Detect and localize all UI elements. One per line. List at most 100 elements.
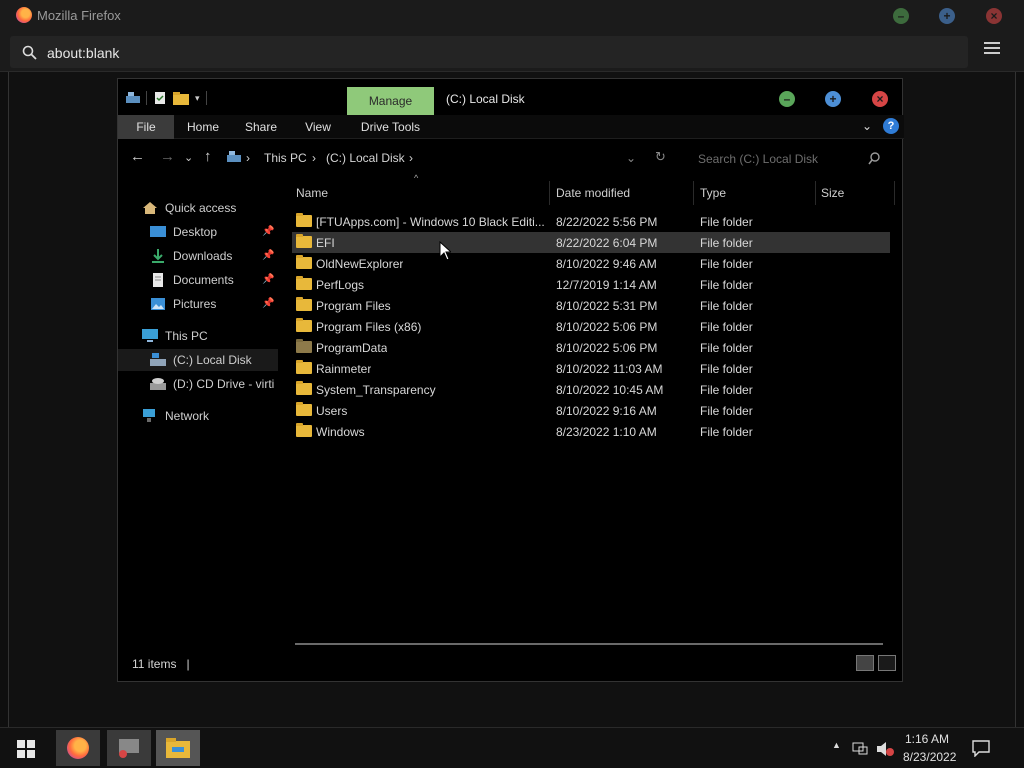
folder-icon <box>296 297 312 311</box>
clock-date[interactable]: 8/23/2022 <box>903 750 956 764</box>
breadcrumb-separator: › <box>312 151 316 165</box>
tab-manage[interactable]: Manage <box>347 87 434 115</box>
taskbar-file-explorer[interactable] <box>156 730 200 766</box>
nav-this-pc[interactable]: This PC <box>142 325 278 347</box>
large-icons-view-icon[interactable] <box>878 655 896 671</box>
nav-downloads[interactable]: Downloads <box>150 245 260 267</box>
network-status-icon[interactable] <box>851 741 869 757</box>
table-row[interactable]: Program Files 8/10/2022 5:31 PM File folde… <box>292 295 890 316</box>
pin-icon[interactable]: 📌 <box>262 298 274 309</box>
back-arrow-icon[interactable]: ← <box>130 148 145 165</box>
breadcrumb-separator: › <box>409 151 413 165</box>
table-row[interactable]: EFI 8/22/2022 6:04 PM File folder <box>292 232 890 253</box>
explorer-minimize-button[interactable]: – <box>779 91 795 107</box>
tab-home[interactable]: Home <box>178 115 228 139</box>
nav-pictures[interactable]: Pictures <box>150 293 260 315</box>
ribbon-tabs: File Home Share View Drive Tools ⌄ ? <box>118 115 904 139</box>
tab-drive-tools[interactable]: Drive Tools <box>347 115 434 139</box>
customize-dropdown-icon[interactable]: ▾ <box>195 93 200 104</box>
nav-network[interactable]: Network <box>142 405 278 427</box>
download-arrow-icon <box>152 249 164 263</box>
nav-cd-drive[interactable]: (D:) CD Drive - virtio <box>150 373 274 395</box>
hamburger-menu-icon[interactable] <box>984 42 1000 58</box>
firefox-titlebar: Mozilla Firefox – + × <box>0 0 1024 32</box>
navigation-pane: Quick access Desktop 📌 Downloads 📌 Docum… <box>118 189 278 629</box>
drive-icon[interactable] <box>126 92 140 104</box>
firefox-window-title: Mozilla Firefox <box>37 8 121 23</box>
search-box[interactable]: Search (C:) Local Disk <box>690 145 886 171</box>
table-row[interactable]: [FTUApps.com] - Windows 10 Black Editi..… <box>292 211 890 232</box>
quick-access-toolbar: ▾ Manage (C:) Local Disk – + × <box>118 79 904 115</box>
item-count: 11 items <box>132 657 177 671</box>
column-header-name[interactable]: Name <box>292 181 550 205</box>
help-icon[interactable]: ? <box>883 118 899 134</box>
search-icon <box>22 45 37 60</box>
firefox-close-button[interactable]: × <box>986 8 1002 24</box>
table-row[interactable]: PerfLogs 12/7/2019 1:14 AM File folder <box>292 274 890 295</box>
firefox-maximize-button[interactable]: + <box>939 8 955 24</box>
table-row[interactable]: Rainmeter 8/10/2022 11:03 AM File folder <box>292 358 890 379</box>
details-view-icon[interactable] <box>856 655 874 671</box>
cd-drive-icon <box>150 378 166 390</box>
column-header-type[interactable]: Type <box>696 181 816 205</box>
table-row[interactable]: Program Files (x86) 8/10/2022 5:06 PM File… <box>292 316 890 337</box>
tab-view[interactable]: View <box>293 115 343 139</box>
explorer-maximize-button[interactable]: + <box>825 91 841 107</box>
tab-file[interactable]: File <box>118 115 174 139</box>
forward-arrow-icon[interactable]: → <box>160 148 175 165</box>
taskbar-app[interactable] <box>107 730 151 766</box>
folder-icon <box>296 276 312 290</box>
table-row[interactable]: Users 8/10/2022 9:16 AM File folder <box>292 400 890 421</box>
tab-share[interactable]: Share <box>236 115 286 139</box>
column-header-date[interactable]: Date modified <box>552 181 694 205</box>
home-icon <box>143 202 157 214</box>
clock-time[interactable]: 1:16 AM <box>905 732 949 746</box>
pin-icon[interactable]: 📌 <box>262 274 274 285</box>
refresh-icon[interactable]: ↻ <box>655 149 666 165</box>
url-text[interactable]: about:blank <box>47 45 119 61</box>
nav-local-disk[interactable]: (C:) Local Disk <box>118 349 278 371</box>
status-bar: 11 items | <box>132 657 190 671</box>
new-folder-icon[interactable] <box>173 91 189 105</box>
folder-icon <box>296 255 312 269</box>
pin-icon[interactable]: 📌 <box>262 250 274 261</box>
explorer-title: (C:) Local Disk <box>446 92 525 106</box>
breadcrumb-local-disk[interactable]: (C:) Local Disk <box>326 151 405 165</box>
documents-icon <box>153 273 163 287</box>
show-hidden-icons-chevron-icon[interactable]: ▲ <box>832 740 841 750</box>
url-bar[interactable]: about:blank <box>10 36 968 68</box>
table-row[interactable]: ProgramData 8/10/2022 5:06 PM File folder <box>292 337 890 358</box>
sort-ascending-icon: ^ <box>414 173 419 183</box>
nav-documents[interactable]: Documents <box>150 269 260 291</box>
notifications-icon[interactable] <box>972 740 990 757</box>
file-list: Name ^ Date modified Type Size [FTUApps.… <box>292 173 895 641</box>
recent-locations-chevron-icon[interactable]: ⌄ <box>184 151 193 164</box>
up-arrow-icon[interactable]: ↑ <box>204 148 212 165</box>
table-row[interactable]: OldNewExplorer 8/10/2022 9:46 AM File fold… <box>292 253 890 274</box>
pictures-icon <box>151 298 165 310</box>
ribbon-expand-chevron-icon[interactable]: ⌄ <box>862 119 872 133</box>
folder-icon <box>296 381 312 395</box>
system-app-icon <box>119 739 139 758</box>
address-dropdown-icon[interactable]: ⌄ <box>626 151 636 165</box>
nav-quick-access[interactable]: Quick access <box>142 197 278 219</box>
nav-desktop[interactable]: Desktop <box>150 221 260 243</box>
breadcrumb-this-pc[interactable]: This PC <box>264 151 307 165</box>
address-row: ← → ⌄ ↑ › This PC › (C:) Local Disk › ⌄ … <box>118 145 904 171</box>
properties-icon[interactable] <box>153 91 167 105</box>
search-icon[interactable] <box>868 152 881 165</box>
volume-muted-icon[interactable] <box>876 741 894 757</box>
pin-icon[interactable]: 📌 <box>262 226 274 237</box>
column-header-size[interactable]: Size <box>817 181 895 205</box>
view-toggle <box>856 655 896 671</box>
firefox-toolbar: about:blank <box>0 32 1024 72</box>
firefox-minimize-button[interactable]: – <box>893 8 909 24</box>
explorer-close-button[interactable]: × <box>872 91 888 107</box>
start-button[interactable] <box>4 730 48 766</box>
taskbar: ▲ 1:16 AM 8/23/2022 <box>0 727 1024 768</box>
table-row[interactable]: Windows 8/23/2022 1:10 AM File folder <box>292 421 890 442</box>
table-row[interactable]: System_Transparency 8/10/2022 10:45 AM Fil… <box>292 379 890 400</box>
taskbar-firefox[interactable] <box>56 730 100 766</box>
horizontal-scrollbar[interactable] <box>295 643 883 645</box>
folder-icon <box>296 423 312 437</box>
